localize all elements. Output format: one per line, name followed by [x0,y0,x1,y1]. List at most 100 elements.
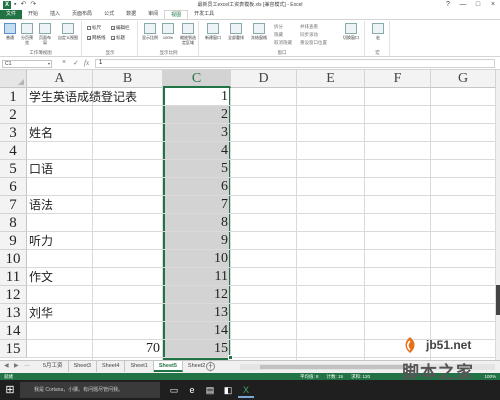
minimize-button[interactable]: — [458,0,468,9]
explorer-icon[interactable]: ▤ [202,382,218,398]
sheet-tab-sheet3[interactable]: Sheet3 [69,361,97,372]
column-header-a[interactable]: A [27,70,93,88]
row-header-3[interactable]: 3 [0,124,27,142]
cortana-search-box[interactable]: 我是 Cortana，小娜。有问题尽管问我。 [20,382,160,398]
cell-c11[interactable]: 11 [163,268,228,286]
column-header-b[interactable]: B [93,70,163,88]
tab-formulas[interactable]: 公式 [98,10,120,19]
cell-a1[interactable]: 学生英语成绩登记表 [29,88,137,106]
formula-input[interactable]: 1 [95,59,495,68]
cell-a7[interactable]: 语法 [29,196,53,214]
sheet-tab-sheet4[interactable]: Sheet4 [97,361,126,372]
tab-file[interactable]: 文件 [0,10,23,19]
task-view-icon[interactable]: ▭ [166,382,182,398]
cell-a9[interactable]: 听力 [29,232,53,250]
cell-c10[interactable]: 10 [163,250,228,268]
zoom-to-selection-button[interactable]: 缩放到选定区域 [179,23,197,45]
row-header-7[interactable]: 7 [0,196,27,214]
gridlines-checkbox[interactable]: ✓ 网格线 [87,35,106,41]
ruler-checkbox[interactable]: 标尺 [87,25,101,31]
freeze-panes-button[interactable]: 冻结窗格 [249,23,269,40]
store-icon[interactable]: ◧ [220,382,236,398]
cell-c6[interactable]: 6 [163,178,228,196]
row-header-6[interactable]: 6 [0,178,27,196]
prev-sheet-icon[interactable]: ◀ [4,362,9,369]
help-button[interactable]: ? [443,0,453,9]
split-button[interactable]: 拆分 [274,24,283,30]
row-header-14[interactable]: 14 [0,322,27,340]
name-box[interactable]: C1 ▾ [2,60,52,68]
column-header-e[interactable]: E [297,70,365,88]
row-header-2[interactable]: 2 [0,106,27,124]
vertical-scrollbar[interactable] [496,70,500,360]
page-layout-view-button[interactable]: 页面布局 [38,23,52,45]
cell-c14[interactable]: 14 [163,322,228,340]
windows-start-icon[interactable]: ⊞ [0,380,20,400]
zoom-button[interactable]: 显示比例 [142,23,158,40]
hide-button[interactable]: 隐藏 [274,32,283,38]
cell-c5[interactable]: 5 [163,160,228,178]
sheet-tab-5yue[interactable]: 5月工资 [38,361,69,372]
more-sheets-icon[interactable]: … [24,362,30,368]
row-header-5[interactable]: 5 [0,160,27,178]
macros-button[interactable]: 宏 [371,23,385,40]
unhide-button[interactable]: 取消隐藏 [274,40,292,46]
tab-insert[interactable]: 插入 [44,10,66,19]
cell-c1[interactable]: 1 [163,88,228,106]
cell-c15[interactable]: 15 [163,340,228,358]
row-header-12[interactable]: 12 [0,286,27,304]
column-header-f[interactable]: F [365,70,431,88]
column-header-d[interactable]: D [231,70,297,88]
cell-c9[interactable]: 9 [163,232,228,250]
edge-icon[interactable]: e [184,382,200,398]
tab-developer[interactable]: 开发工具 [188,10,220,19]
row-header-1[interactable]: 1 [0,88,27,106]
cell-c12[interactable]: 12 [163,286,228,304]
column-header-c[interactable]: C [163,70,231,88]
cell-b15[interactable]: 70 [93,340,160,358]
row-header-8[interactable]: 8 [0,214,27,232]
normal-view-button[interactable]: 普通 [3,23,17,40]
arrange-all-button[interactable]: 全部重排 [226,23,246,40]
excel-taskbar-icon[interactable]: X [238,382,254,398]
tab-data[interactable]: 数据 [120,10,142,19]
zoom-100-button[interactable]: 100% [161,23,175,40]
cell-a3[interactable]: 姓名 [29,124,53,142]
scroll-thumb[interactable] [260,365,410,369]
scroll-thumb[interactable] [496,285,500,315]
reset-window-position-button[interactable]: 重设窗口位置 [300,40,327,46]
cell-a13[interactable]: 刘华 [29,304,53,322]
close-button[interactable]: × [488,0,498,9]
row-header-15[interactable]: 15 [0,340,27,358]
cell-c3[interactable]: 3 [163,124,228,142]
row-header-13[interactable]: 13 [0,304,27,322]
switch-windows-button[interactable]: 切换窗口 [340,23,362,40]
select-all-corner[interactable] [0,70,27,88]
cell-c7[interactable]: 7 [163,196,228,214]
insert-function-icon[interactable]: fx [84,59,89,67]
cell-a11[interactable]: 作文 [29,268,53,286]
column-header-g[interactable]: G [431,70,496,88]
cell-c8[interactable]: 8 [163,214,228,232]
add-sheet-button[interactable]: + [206,362,215,371]
maximize-button[interactable]: □ [473,0,483,9]
row-header-9[interactable]: 9 [0,232,27,250]
row-header-11[interactable]: 11 [0,268,27,286]
enter-icon[interactable]: ✓ [73,59,79,67]
cell-a5[interactable]: 口语 [29,160,53,178]
view-side-by-side-button[interactable]: 并排查看 [300,24,318,30]
custom-views-button[interactable]: 自定义视图 [58,23,78,40]
tab-view[interactable]: 视图 [164,10,189,19]
cell-c4[interactable]: 4 [163,142,228,160]
cell-c13[interactable]: 13 [163,304,228,322]
sheet-tab-sheet5[interactable]: Sheet5 [153,361,183,372]
next-sheet-icon[interactable]: ▶ [14,362,19,369]
row-header-10[interactable]: 10 [0,250,27,268]
page-break-preview-button[interactable]: 分页预览 [20,23,34,45]
synchronous-scroll-button[interactable]: 同步滚动 [300,32,318,38]
formula-bar-checkbox[interactable]: ✓ 编辑栏 [111,25,130,31]
headings-checkbox[interactable]: ✓ 标题 [111,35,125,41]
sheet-tab-sheet1[interactable]: Sheet1 [125,361,154,372]
worksheet-grid[interactable]: ABCDEFG 1 2 3 4 5 6 7 8 9 10 11 12 13 14 15 学生英语成绩登记表 1… [0,70,496,360]
tab-review[interactable]: 审阅 [142,10,164,19]
